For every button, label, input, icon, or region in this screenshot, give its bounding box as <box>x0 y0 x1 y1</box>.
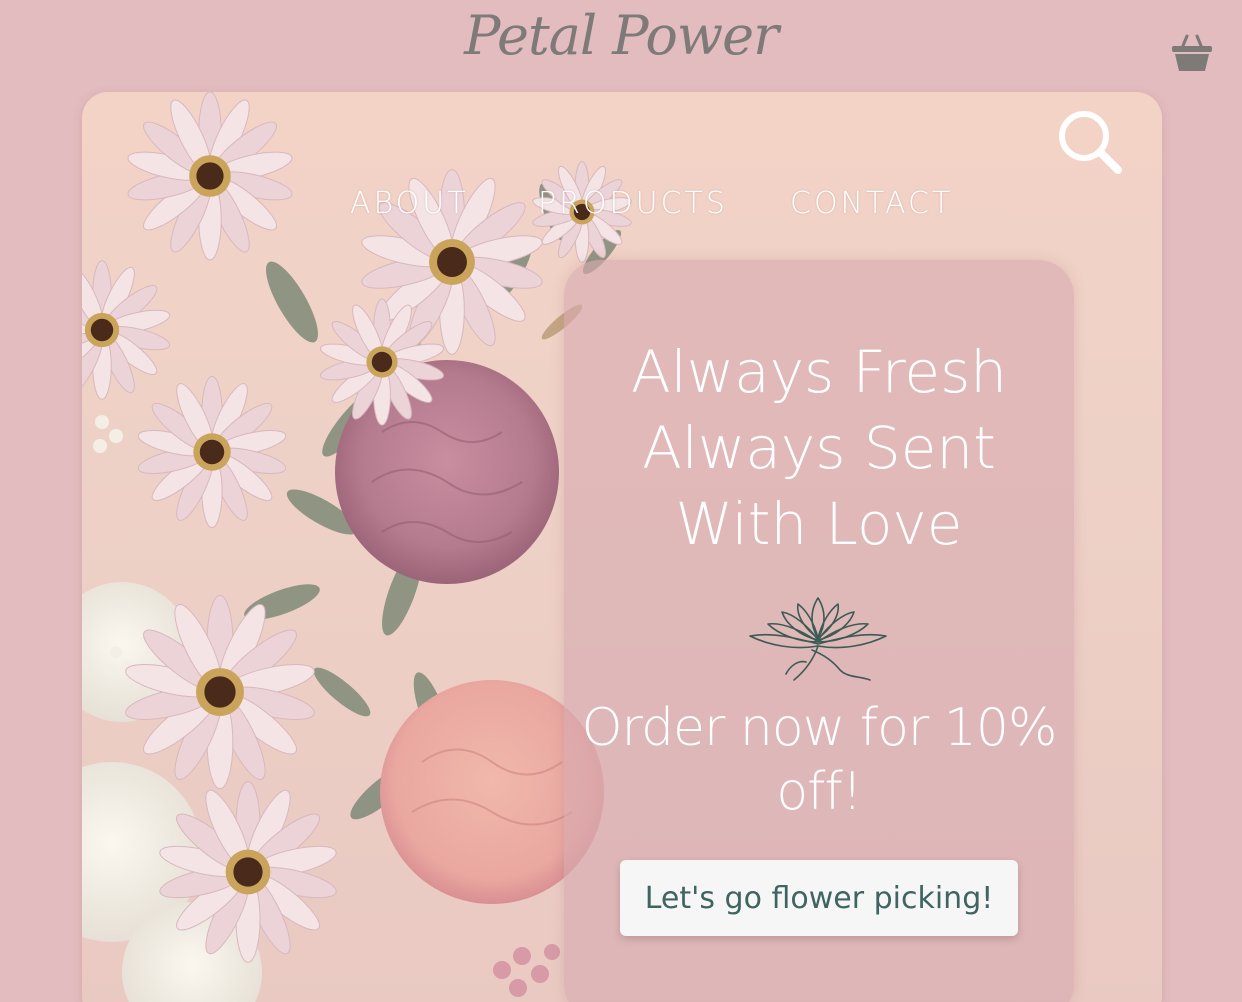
nav-item-contact[interactable]: CONTACT <box>790 186 953 221</box>
headline-line: With Love <box>675 490 963 558</box>
lotus-icon <box>749 597 887 681</box>
hero-headline: Always Fresh Always Sent With Love <box>564 334 1074 562</box>
offer-line: off! <box>776 762 862 822</box>
offer-text: Order now for 10% off! <box>564 696 1074 824</box>
search-icon[interactable] <box>1056 108 1126 178</box>
headline-line: Always Sent <box>642 414 996 482</box>
nav-item-about[interactable]: ABOUT <box>350 186 469 221</box>
main-nav: ABOUT PRODUCTS CONTACT <box>82 186 1162 226</box>
basket-icon[interactable] <box>1170 32 1214 74</box>
hero-banner: ABOUT PRODUCTS CONTACT Always Fresh Alwa… <box>82 92 1162 1002</box>
daisy <box>137 375 287 529</box>
brand-logo[interactable]: Petal Power <box>0 4 1242 67</box>
nav-item-products[interactable]: PRODUCTS <box>538 186 728 221</box>
cta-button[interactable]: Let's go flower picking! <box>620 860 1018 936</box>
offer-line: Order now for 10% <box>581 698 1058 758</box>
daisy <box>127 92 293 261</box>
headline-line: Always Fresh <box>630 338 1008 406</box>
daisy <box>82 260 171 400</box>
promo-card: Always Fresh Always Sent With Love Order… <box>564 260 1074 1002</box>
